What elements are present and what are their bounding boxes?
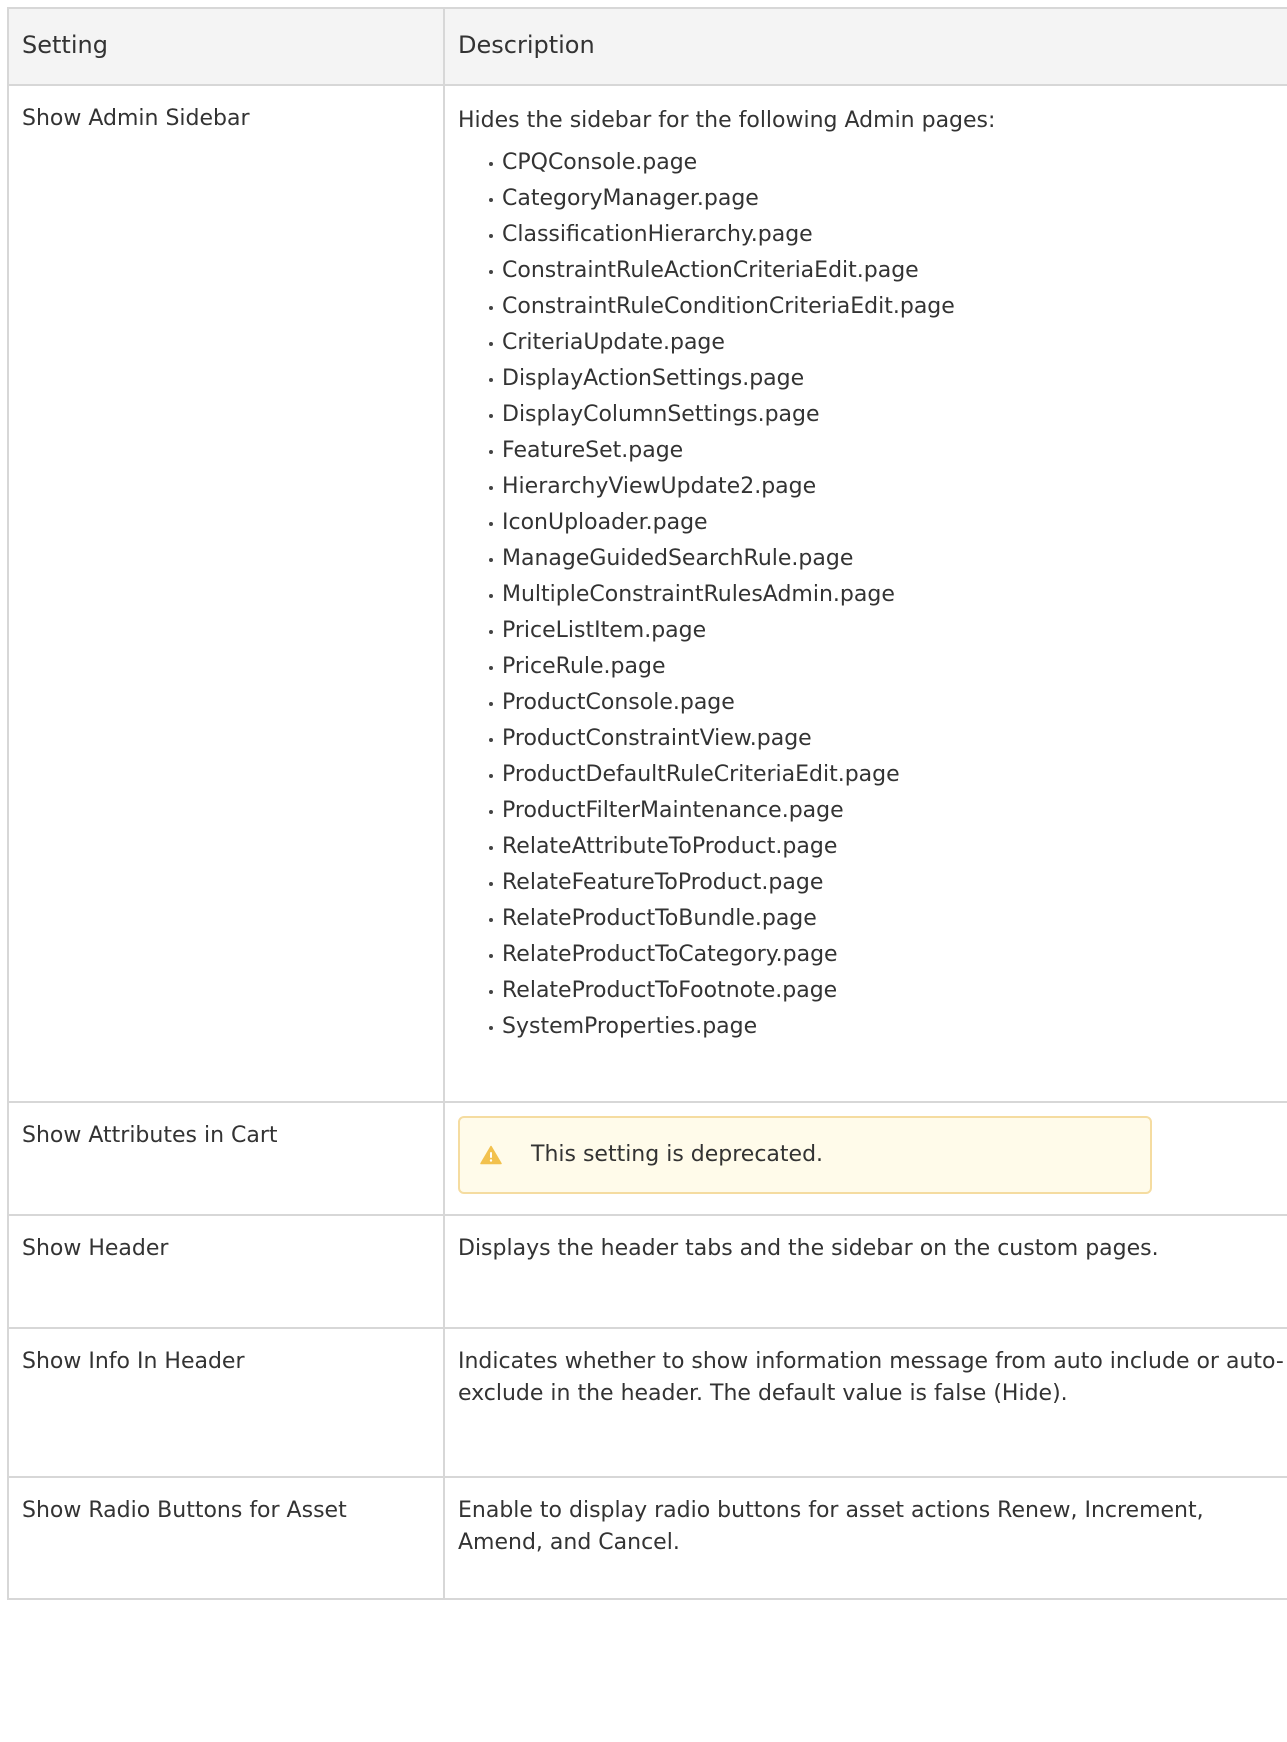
- warning-text: This setting is deprecated.: [531, 1142, 824, 1167]
- list-item: DisplayColumnSettings.page: [489, 397, 1287, 433]
- description-cell: Displays the header tabs and the sidebar…: [443, 1214, 1287, 1329]
- table-row: Show Info In Header Indicates whether to…: [7, 1327, 1287, 1478]
- list-item: ConstraintRuleActionCriteriaEdit.page: [489, 253, 1287, 289]
- list-item: ProductDefaultRuleCriteriaEdit.page: [489, 757, 1287, 793]
- list-item: ManageGuidedSearchRule.page: [489, 541, 1287, 577]
- description-cell: This setting is deprecated.: [443, 1101, 1287, 1216]
- deprecation-warning: This setting is deprecated.: [458, 1116, 1152, 1194]
- description-text: Indicates whether to show information me…: [458, 1349, 1284, 1406]
- setting-cell: Show Admin Sidebar: [7, 84, 445, 1103]
- list-item: IconUploader.page: [489, 505, 1287, 541]
- setting-cell: Show Radio Buttons for Asset: [7, 1476, 445, 1600]
- description-column-header: Description: [443, 7, 1287, 86]
- list-item: RelateProductToBundle.page: [489, 901, 1287, 937]
- setting-name: Show Admin Sidebar: [22, 106, 250, 131]
- list-item: RelateProductToCategory.page: [489, 937, 1287, 973]
- list-item: ProductConstraintView.page: [489, 721, 1287, 757]
- list-item: DisplayActionSettings.page: [489, 361, 1287, 397]
- description-cell: Indicates whether to show information me…: [443, 1327, 1287, 1478]
- setting-name: Show Header: [22, 1236, 169, 1261]
- description-cell: Enable to display radio buttons for asse…: [443, 1476, 1287, 1600]
- list-item: ClassificationHierarchy.page: [489, 217, 1287, 253]
- list-item: FeatureSet.page: [489, 433, 1287, 469]
- description-text: Displays the header tabs and the sidebar…: [458, 1236, 1159, 1261]
- admin-pages-list: CPQConsole.page CategoryManager.page Cla…: [458, 145, 1287, 1045]
- setting-cell: Show Info In Header: [7, 1327, 445, 1478]
- setting-name: Show Info In Header: [22, 1349, 245, 1374]
- setting-column-header: Setting: [7, 7, 445, 86]
- setting-name: Show Radio Buttons for Asset: [22, 1498, 347, 1523]
- table-row: Show Admin Sidebar Hides the sidebar for…: [7, 84, 1287, 1103]
- list-item: SystemProperties.page: [489, 1009, 1287, 1045]
- setting-cell: Show Attributes in Cart: [7, 1101, 445, 1216]
- setting-name: Show Attributes in Cart: [22, 1123, 278, 1148]
- table-row: Show Attributes in Cart This setting is …: [7, 1101, 1287, 1216]
- settings-table: Setting Description Show Admin Sidebar H…: [7, 7, 1287, 1600]
- list-item: RelateAttributeToProduct.page: [489, 829, 1287, 865]
- description-text: Enable to display radio buttons for asse…: [458, 1498, 1204, 1555]
- table-row: Show Radio Buttons for Asset Enable to d…: [7, 1476, 1287, 1600]
- list-item: RelateProductToFootnote.page: [489, 973, 1287, 1009]
- list-item: PriceRule.page: [489, 649, 1287, 685]
- list-item: CriteriaUpdate.page: [489, 325, 1287, 361]
- list-item: ProductConsole.page: [489, 685, 1287, 721]
- list-item: ConstraintRuleConditionCriteriaEdit.page: [489, 289, 1287, 325]
- list-item: HierarchyViewUpdate2.page: [489, 469, 1287, 505]
- description-cell: Hides the sidebar for the following Admi…: [443, 84, 1287, 1103]
- list-item: PriceListItem.page: [489, 613, 1287, 649]
- list-item: CategoryManager.page: [489, 181, 1287, 217]
- table-row: Show Header Displays the header tabs and…: [7, 1214, 1287, 1329]
- description-text: Hides the sidebar for the following Admi…: [458, 108, 996, 133]
- list-item: RelateFeatureToProduct.page: [489, 865, 1287, 901]
- list-item: CPQConsole.page: [489, 145, 1287, 181]
- setting-cell: Show Header: [7, 1214, 445, 1329]
- list-item: ProductFilterMaintenance.page: [489, 793, 1287, 829]
- table-header-row: Setting Description: [7, 7, 1287, 86]
- list-item: MultipleConstraintRulesAdmin.page: [489, 577, 1287, 613]
- warning-triangle-icon: [480, 1145, 502, 1165]
